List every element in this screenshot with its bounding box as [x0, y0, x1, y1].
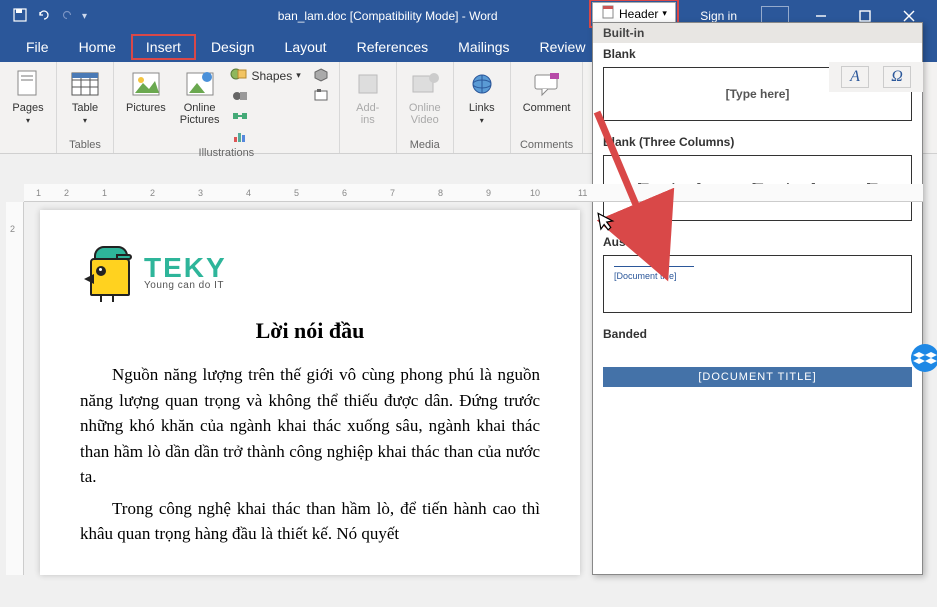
- svg-text:1: 1: [102, 188, 107, 198]
- illustrations-group-label: Illustrations: [122, 145, 331, 159]
- document-page[interactable]: TEKY Young can do IT Lời nói đầu Nguồn n…: [40, 210, 580, 575]
- gallery-blank-label: Blank: [593, 43, 922, 63]
- pages-icon: [12, 68, 44, 100]
- svg-text:5: 5: [294, 188, 299, 198]
- addins-label: Add- ins: [356, 102, 379, 126]
- blank-placeholder: [Type here]: [726, 87, 790, 101]
- online-pictures-icon: [184, 68, 216, 100]
- video-icon: [409, 68, 441, 100]
- online-pictures-button[interactable]: Online Pictures: [176, 66, 224, 128]
- ribbon-far-right: A Ω: [829, 62, 923, 92]
- svg-text:2: 2: [64, 188, 69, 198]
- svg-text:3: 3: [198, 188, 203, 198]
- horizontal-ruler[interactable]: 1 2 1 2 3 4 5 6 7 8 9 10 11: [24, 184, 923, 202]
- screenshot-button[interactable]: [311, 86, 331, 104]
- text-style-button[interactable]: A: [841, 66, 869, 88]
- chart-button[interactable]: [230, 127, 250, 145]
- save-icon[interactable]: [12, 7, 28, 26]
- svg-text:7: 7: [390, 188, 395, 198]
- table-icon: [69, 68, 101, 100]
- svg-text:10: 10: [530, 188, 540, 198]
- gallery-austin-label: Austin: [593, 231, 922, 251]
- symbol-button[interactable]: Ω: [883, 66, 911, 88]
- austin-placeholder: [Document title]: [614, 266, 694, 281]
- links-button[interactable]: Links ▾: [462, 66, 502, 127]
- document-heading: Lời nói đầu: [80, 318, 540, 344]
- smartart-button[interactable]: [230, 107, 250, 125]
- gallery-banded-item[interactable]: [DOCUMENT TITLE]: [603, 347, 912, 387]
- media-group-label: Media: [405, 137, 445, 151]
- svg-text:9: 9: [486, 188, 491, 198]
- gallery-banded-label: Banded: [593, 323, 922, 343]
- gallery-austin-item[interactable]: [Document title]: [603, 255, 912, 313]
- tab-mailings[interactable]: Mailings: [444, 35, 523, 59]
- chevron-down-icon: ▾: [662, 8, 667, 19]
- links-label: Links: [469, 102, 495, 114]
- table-label: Table: [72, 102, 98, 114]
- online-pictures-label: Online Pictures: [180, 102, 220, 126]
- addins-button[interactable]: Add- ins: [348, 66, 388, 128]
- pictures-label: Pictures: [126, 102, 166, 114]
- svg-text:4: 4: [246, 188, 251, 198]
- svg-text:6: 6: [342, 188, 347, 198]
- comment-label: Comment: [523, 102, 571, 114]
- tab-design[interactable]: Design: [197, 35, 269, 59]
- comment-button[interactable]: Comment: [519, 66, 575, 116]
- document-paragraph-1: Nguồn năng lượng trên thế giới vô cùng p…: [80, 362, 540, 490]
- 3d-models-button[interactable]: [311, 66, 331, 84]
- undo-icon[interactable]: [36, 7, 52, 26]
- sign-in-link[interactable]: Sign in: [688, 9, 749, 23]
- logo-tagline: Young can do IT: [144, 280, 227, 291]
- banded-title: [DOCUMENT TITLE]: [603, 367, 912, 387]
- gallery-blank3-label: Blank (Three Columns): [593, 131, 922, 151]
- dropbox-badge[interactable]: [911, 344, 937, 372]
- pictures-button[interactable]: Pictures: [122, 66, 170, 116]
- header-button-label: Header: [619, 7, 658, 21]
- shapes-icon: [230, 66, 248, 85]
- tab-references[interactable]: References: [343, 35, 443, 59]
- header-doc-icon: [601, 5, 615, 22]
- icons-button[interactable]: [230, 87, 250, 105]
- bird-icon: [84, 244, 138, 298]
- gallery-builtin-label: Built-in: [593, 23, 922, 43]
- tab-home[interactable]: Home: [65, 35, 130, 59]
- document-paragraph-2: Trong công nghệ khai thác than hầm lò, đ…: [80, 496, 540, 547]
- tab-layout[interactable]: Layout: [271, 35, 341, 59]
- tab-review[interactable]: Review: [526, 35, 600, 59]
- online-video-label: Online Video: [409, 102, 441, 126]
- teky-logo: TEKY Young can do IT: [84, 244, 540, 298]
- pages-button[interactable]: Pages ▾: [8, 66, 48, 127]
- svg-text:1: 1: [36, 188, 41, 198]
- tab-file[interactable]: File: [12, 35, 63, 59]
- svg-text:11: 11: [578, 188, 587, 198]
- pages-label: Pages: [12, 102, 43, 114]
- tables-group-label: Tables: [65, 137, 105, 151]
- addins-icon: [352, 68, 384, 100]
- redo-icon[interactable]: [60, 8, 74, 25]
- online-video-button[interactable]: Online Video: [405, 66, 445, 128]
- links-icon: [466, 68, 498, 100]
- svg-text:2: 2: [10, 224, 15, 234]
- vertical-ruler[interactable]: 2: [6, 202, 24, 575]
- svg-text:8: 8: [438, 188, 443, 198]
- pictures-icon: [130, 68, 162, 100]
- table-button[interactable]: Table ▾: [65, 66, 105, 127]
- comment-icon: [531, 68, 563, 100]
- shapes-button[interactable]: Shapes ▾: [230, 66, 301, 85]
- tab-insert[interactable]: Insert: [132, 35, 195, 59]
- logo-brand-text: TEKY: [144, 252, 227, 284]
- header-gallery: Built-in Blank [Type here] Blank (Three …: [592, 22, 923, 575]
- svg-text:2: 2: [150, 188, 155, 198]
- comments-group-label: Comments: [519, 137, 575, 151]
- shapes-label: Shapes: [252, 69, 293, 83]
